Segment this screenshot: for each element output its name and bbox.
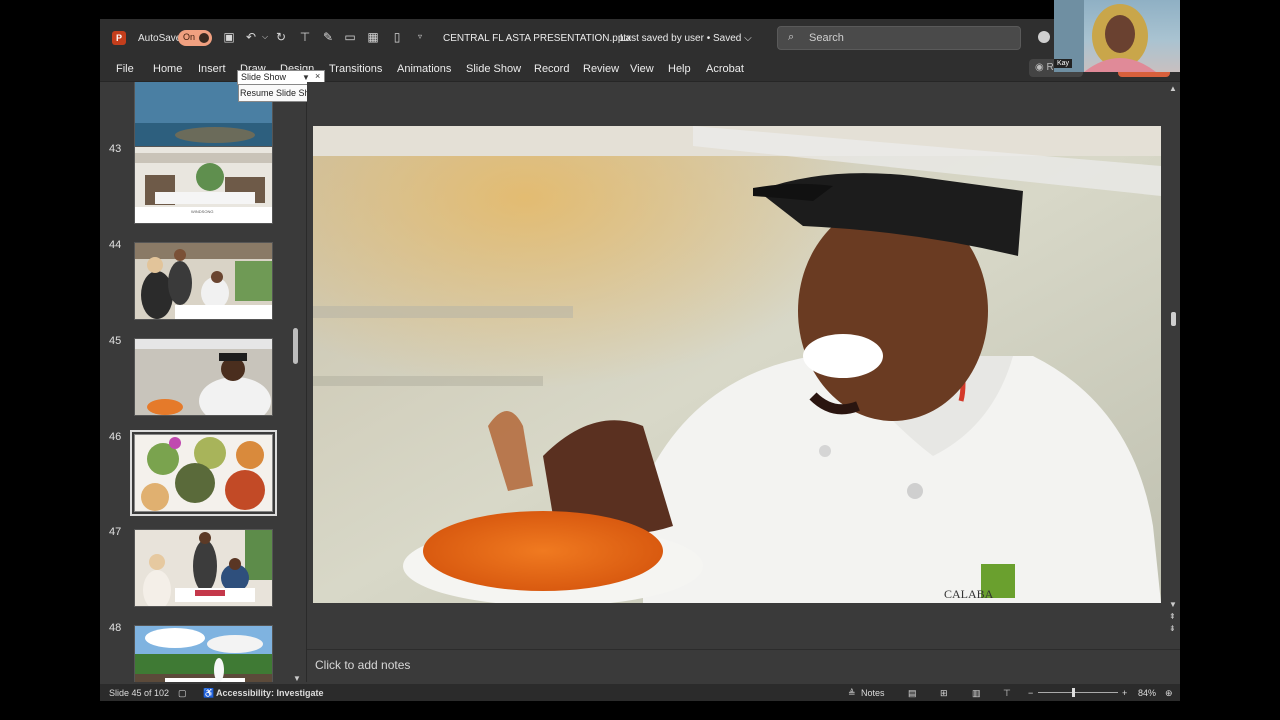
slide-number: 43 (109, 143, 122, 155)
thumbnail-image (135, 243, 272, 319)
thumbnail-image (135, 339, 272, 415)
next-slide-icon[interactable]: ⇟ (1169, 624, 1176, 633)
undo-dropdown-icon[interactable]: ⌵ (258, 30, 272, 44)
zoom-in-icon[interactable]: + (1122, 688, 1127, 698)
slide-logo-text: CALABA (944, 587, 994, 601)
undo-icon[interactable]: ↶ (244, 30, 258, 44)
search-placeholder: Search (809, 32, 844, 44)
slide-number: 47 (109, 526, 122, 538)
tab-animations[interactable]: Animations (397, 63, 451, 75)
status-bar: Slide 45 of 102 ▢ ♿ Accessibility: Inves… (100, 684, 1180, 701)
scrollbar-thumb[interactable] (1171, 312, 1176, 326)
slide-number: 48 (109, 622, 122, 634)
participant-name-label: Kay (1054, 59, 1073, 68)
notes-button[interactable]: Notes (861, 688, 885, 698)
thumbnail-caption: WINDSONG (191, 209, 214, 214)
customize-toolbar-icon[interactable]: ▿ (413, 30, 427, 44)
slide-sorter-icon[interactable]: ⊞ (940, 688, 948, 699)
save-icon[interactable]: ▣ (222, 30, 236, 44)
tab-insert[interactable]: Insert (198, 63, 226, 75)
accessibility-icon[interactable]: ♿ (203, 688, 214, 699)
scroll-down-icon[interactable]: ▼ (1169, 600, 1177, 609)
tab-acrobat[interactable]: Acrobat (706, 63, 744, 75)
normal-view-icon[interactable]: ▤ (908, 688, 917, 699)
tab-file[interactable]: File (116, 63, 134, 75)
slide-thumbnail-selected[interactable] (130, 430, 277, 516)
thumbnail-image (135, 626, 272, 682)
format-icon[interactable]: ✎ (321, 30, 335, 44)
slide-thumbnail-pane: 43 WINDSONG 44 45 46 47 48 ▼ (100, 82, 306, 682)
autosave-label: AutoSave (138, 33, 182, 44)
slide-show-view-icon[interactable]: ⊤ (1003, 688, 1011, 699)
slide-photo: CALABA (313, 126, 1161, 603)
slide-counter: Slide 45 of 102 (109, 688, 170, 698)
tab-record[interactable]: Record (534, 63, 569, 75)
webcam-video-tile (1054, 0, 1180, 72)
slide-show-popup-title: Slide Show (241, 72, 287, 82)
tab-transitions[interactable]: Transitions (329, 63, 382, 75)
notes-placeholder: Click to add notes (315, 658, 411, 672)
slide-number: 45 (109, 335, 122, 347)
slide-thumbnail[interactable] (134, 625, 273, 682)
tab-slide-show[interactable]: Slide Show (466, 63, 521, 75)
zoom-out-icon[interactable]: − (1028, 688, 1033, 698)
redo-icon[interactable]: ↻ (274, 30, 288, 44)
spellcheck-icon[interactable]: ▢ (178, 688, 187, 699)
thumbnail-image (135, 530, 272, 606)
notes-icon[interactable]: ≜ (848, 688, 856, 699)
tab-home[interactable]: Home (153, 63, 182, 75)
powerpoint-logo-icon: P (112, 31, 126, 45)
document-title[interactable]: CENTRAL FL ASTA PRESENTATION.pptx (443, 33, 631, 44)
search-input[interactable]: ⌕ Search (777, 26, 1021, 50)
vertical-scrollbar[interactable]: ▲ ▼ ⇞ ⇟ (1167, 82, 1180, 642)
save-status[interactable]: Last saved by user • Saved ⌵ (620, 33, 752, 44)
powerpoint-window: P AutoSave On ▣ ↶ ⌵ ↻ ⊤ ✎ ▭ ▦ ▯ ▿ CENTRA… (100, 19, 1180, 701)
autosave-state: On (183, 32, 196, 42)
tab-help[interactable]: Help (668, 63, 691, 75)
search-icon: ⌕ (788, 31, 795, 43)
toggle-knob (199, 33, 209, 43)
autosave-toggle[interactable]: On (178, 30, 212, 46)
copilot-icon[interactable] (1037, 30, 1051, 44)
scroll-down-icon[interactable]: ▼ (293, 674, 301, 682)
participant-video (1054, 0, 1156, 72)
present-icon[interactable]: ⊤ (298, 30, 312, 44)
current-slide[interactable]: CALABA (313, 126, 1161, 603)
slide-number: 46 (109, 431, 122, 443)
tab-review[interactable]: Review (583, 63, 619, 75)
notes-pane[interactable]: Click to add notes (307, 649, 1180, 685)
photo-album-icon[interactable]: ▦ (366, 30, 380, 44)
scroll-up-icon[interactable]: ▲ (1169, 84, 1177, 93)
accessibility-status[interactable]: Accessibility: Investigate (216, 688, 324, 698)
fit-to-window-icon[interactable]: ⊕ (1165, 688, 1173, 699)
reading-view-icon[interactable]: ▥ (972, 688, 981, 699)
slide-thumbnail[interactable] (134, 338, 273, 416)
new-file-icon[interactable]: ▯ (390, 30, 404, 44)
slide-thumbnail[interactable] (134, 529, 273, 607)
close-icon[interactable]: × (315, 71, 320, 81)
title-bar: P AutoSave On ▣ ↶ ⌵ ↻ ⊤ ✎ ▭ ▦ ▯ ▿ CENTRA… (100, 19, 1180, 57)
dropdown-arrow-icon[interactable]: ▼ (302, 73, 310, 82)
slide-thumbnail[interactable] (134, 242, 273, 320)
slide-thumbnail[interactable]: WINDSONG (134, 146, 273, 224)
slide-editor: CALABA (307, 82, 1167, 642)
slide-number: 44 (109, 239, 122, 251)
thumbnail-scrollbar[interactable] (293, 328, 298, 364)
zoom-slider[interactable] (1038, 692, 1118, 693)
previous-slide-icon[interactable]: ⇞ (1169, 612, 1176, 621)
zoom-level[interactable]: 84% (1138, 688, 1156, 698)
thumbnail-image (135, 435, 272, 511)
zoom-slider-thumb[interactable] (1072, 688, 1075, 697)
tab-view[interactable]: View (630, 63, 654, 75)
open-folder-icon[interactable]: ▭ (343, 30, 357, 44)
